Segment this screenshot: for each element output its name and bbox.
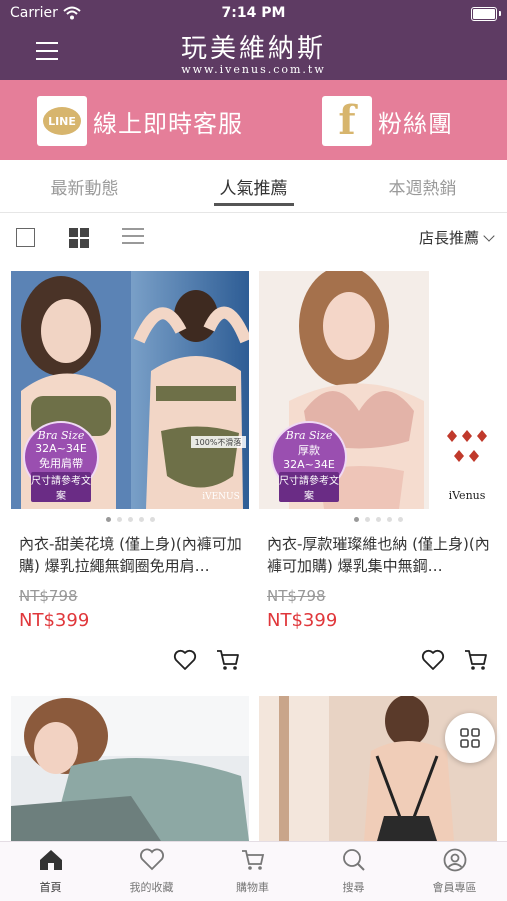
facebook-icon: f: [322, 96, 372, 146]
brand-mark: iVenus: [449, 489, 486, 502]
product-title[interactable]: 內衣-厚款璀璨維也納 (僅上身)(內褲可加購) 爆乳集中無鋼…: [267, 533, 491, 577]
nav-search[interactable]: 搜尋: [303, 848, 404, 895]
user-icon: [443, 848, 466, 872]
facebook-fanpage-label: 粉絲團: [378, 109, 453, 138]
logo-url: www.ivenus.com.tw: [181, 63, 326, 76]
clock: 7:14 PM: [221, 5, 286, 21]
bottom-nav: 首頁 我的收藏 購物車 搜尋 會員專區: [0, 841, 507, 901]
brand-mark: iVENUS: [202, 492, 240, 502]
cart-icon: [241, 850, 264, 870]
heart-icon: [139, 848, 164, 871]
product-image[interactable]: [11, 696, 249, 841]
product-card[interactable]: iVenus Bra Size 厚款 32A~34E 尺寸請參考文案 內衣-厚款…: [259, 271, 497, 670]
heart-icon[interactable]: [421, 649, 445, 675]
product-card[interactable]: 100%不滑落 iVENUS Bra Size 32A~34E 免用肩帶 尺寸請…: [11, 271, 249, 670]
cart-icon[interactable]: [216, 649, 240, 675]
nav-cart[interactable]: 購物車: [202, 848, 303, 895]
contact-banner: LINE 線上即時客服 f 粉絲團: [0, 80, 507, 160]
original-price: NT$798: [267, 587, 326, 605]
status-bar: Carrier 7:14 PM: [0, 0, 507, 28]
line-service-label: 線上即時客服: [93, 109, 243, 138]
logo[interactable]: 玩美維納斯 www.ivenus.com.tw: [0, 34, 507, 76]
product-title[interactable]: 內衣-甜美花境 (僅上身)(內褲可加購) 爆乳拉繩無鋼圈免用肩…: [19, 533, 243, 577]
original-price: NT$798: [19, 587, 78, 605]
size-badge: Bra Size 32A~34E 免用肩帶 尺寸請參考文案: [23, 421, 99, 502]
single-view-icon[interactable]: [16, 228, 35, 247]
product-image[interactable]: iVenus Bra Size 厚款 32A~34E 尺寸請參考文案: [259, 271, 497, 509]
overlay-text: 100%不滑落: [195, 437, 242, 447]
grid-icon: [460, 728, 480, 748]
sale-price: NT$399: [19, 610, 90, 631]
cart-icon[interactable]: [464, 649, 488, 675]
product-image[interactable]: 100%不滑落 iVENUS Bra Size 32A~34E 免用肩帶 尺寸請…: [11, 271, 249, 509]
facebook-fanpage-button[interactable]: f 粉絲團: [322, 96, 453, 146]
view-toolbar: 店長推薦: [0, 213, 507, 261]
app-header: 玩美維納斯 www.ivenus.com.tw: [0, 28, 507, 80]
grid-view-icon[interactable]: [69, 228, 89, 248]
heart-icon[interactable]: [173, 649, 197, 675]
image-pager-dots: [259, 517, 497, 522]
image-pager-dots: [11, 517, 249, 522]
sort-dropdown[interactable]: 店長推薦: [418, 227, 495, 248]
tab-popular[interactable]: 人氣推薦: [169, 174, 338, 199]
category-tabs: 最新動態 人氣推薦 本週熱銷: [0, 160, 507, 213]
logo-name: 玩美維納斯: [180, 34, 326, 64]
size-badge: Bra Size 厚款 32A~34E 尺寸請參考文案: [271, 421, 347, 502]
battery-icon: [471, 7, 497, 21]
floating-menu-button[interactable]: [445, 713, 495, 763]
line-icon: LINE: [37, 96, 87, 146]
active-tab-indicator: [214, 203, 294, 206]
sort-label: 店長推薦: [418, 229, 479, 247]
list-view-icon[interactable]: [122, 228, 144, 246]
nav-home[interactable]: 首頁: [0, 848, 101, 895]
search-icon: [342, 849, 365, 871]
nav-favorites[interactable]: 我的收藏: [101, 848, 202, 895]
sale-price: NT$399: [267, 610, 338, 631]
nav-member[interactable]: 會員專區: [404, 848, 505, 895]
tab-latest[interactable]: 最新動態: [0, 174, 169, 199]
tab-weekly-hot[interactable]: 本週熱銷: [338, 174, 507, 199]
chevron-down-icon: [483, 229, 495, 242]
line-service-button[interactable]: LINE 線上即時客服: [37, 96, 243, 146]
home-icon: [39, 850, 62, 870]
